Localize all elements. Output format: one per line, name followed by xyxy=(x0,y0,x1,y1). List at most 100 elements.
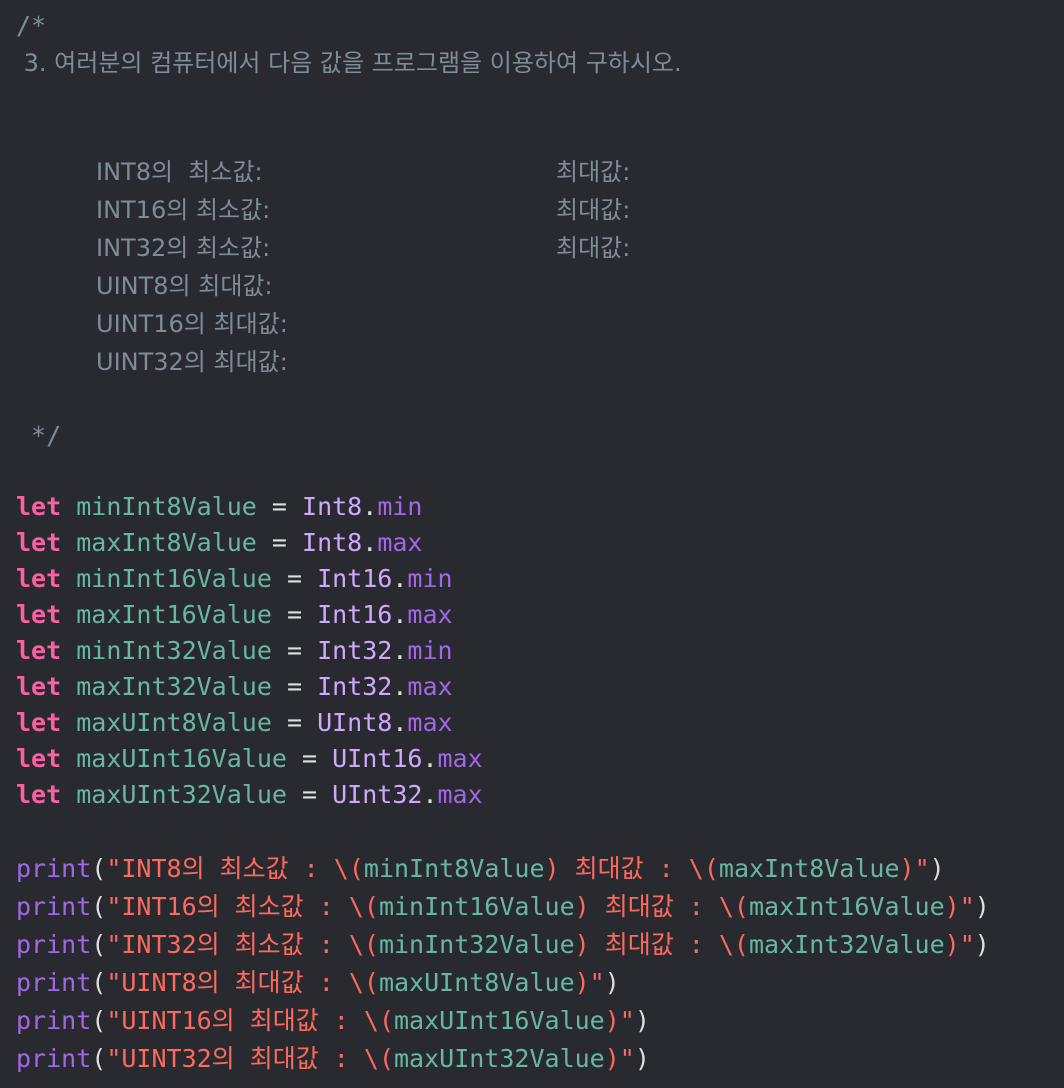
print-function: print xyxy=(16,930,92,959)
comment-row-left: INT8의 최소값: xyxy=(96,158,263,186)
declaration-line: let maxInt8Value = Int8.max xyxy=(16,525,422,561)
close-paren: ) xyxy=(929,854,945,883)
type-name: UInt8 xyxy=(317,708,393,737)
equals-sign: = xyxy=(271,528,287,557)
print-line: print("INT8의 최소값 : \(minInt8Value) 최대값 :… xyxy=(16,851,945,887)
print-line: print("INT16의 최소값 : \(minInt16Value) 최대값… xyxy=(16,889,990,925)
dot: . xyxy=(422,744,438,773)
comment-row-right: 최대값: xyxy=(556,234,631,262)
variable-name: maxUInt8Value xyxy=(76,708,272,737)
property-name: max xyxy=(407,672,453,701)
interpolated-variable: minInt16Value xyxy=(378,892,575,921)
variable-name: maxInt16Value xyxy=(76,600,272,629)
dot: . xyxy=(392,708,408,737)
type-name: Int8 xyxy=(302,492,363,521)
property-name: min xyxy=(407,636,453,665)
string-literal: )" xyxy=(574,968,605,997)
keyword-let: let xyxy=(16,708,62,737)
print-function: print xyxy=(16,968,92,997)
print-function: print xyxy=(16,892,92,921)
equals-sign: = xyxy=(286,600,303,629)
string-literal: )" xyxy=(944,892,975,921)
variable-name: maxUInt32Value xyxy=(76,780,287,809)
dot: . xyxy=(362,528,378,557)
declaration-line: let minInt32Value = Int32.min xyxy=(16,633,453,669)
open-paren: ( xyxy=(91,968,107,997)
string-literal: "INT32의 최소값 : \( xyxy=(106,930,379,959)
string-literal: "UINT16의 최대값 : \( xyxy=(106,1006,394,1035)
string-literal: "INT16의 최소값 : \( xyxy=(106,892,379,921)
print-function: print xyxy=(16,1044,92,1073)
property-name: max xyxy=(437,744,483,773)
property-name: min xyxy=(407,564,453,593)
string-literal: ) 최대값 : \( xyxy=(574,930,749,959)
keyword-let: let xyxy=(16,744,62,773)
declaration-line: let maxUInt16Value = UInt16.max xyxy=(16,741,483,777)
property-name: max xyxy=(407,708,453,737)
print-line: print("UINT32의 최대값 : \(maxUInt32Value)") xyxy=(16,1041,650,1077)
dot: . xyxy=(392,600,408,629)
string-literal: ) 최대값 : \( xyxy=(544,854,719,883)
dot: . xyxy=(362,492,378,521)
type-name: UInt32 xyxy=(332,780,423,809)
interpolated-variable: maxUInt32Value xyxy=(394,1044,605,1073)
variable-name: minInt16Value xyxy=(76,564,272,593)
keyword-let: let xyxy=(16,636,62,665)
declaration-line: let maxInt32Value = Int32.max xyxy=(16,669,453,705)
variable-name: minInt8Value xyxy=(76,492,257,521)
dot: . xyxy=(392,564,408,593)
declaration-line: let maxUInt32Value = UInt32.max xyxy=(16,777,483,813)
declaration-line: let minInt16Value = Int16.min xyxy=(16,561,453,597)
interpolated-variable: maxUInt8Value xyxy=(378,968,575,997)
print-line: print("UINT8의 최대값 : \(maxUInt8Value)") xyxy=(16,965,620,1001)
string-literal: )" xyxy=(899,854,930,883)
dot: . xyxy=(422,780,438,809)
interpolated-variable: maxUInt16Value xyxy=(394,1006,605,1035)
property-name: max xyxy=(407,600,453,629)
comment-row-left: INT16의 최소값: xyxy=(96,196,271,224)
interpolated-variable: minInt8Value xyxy=(363,854,545,883)
open-paren: ( xyxy=(91,892,107,921)
property-name: max xyxy=(377,528,423,557)
comment-open: /* xyxy=(16,11,47,40)
variable-name: minInt32Value xyxy=(76,636,272,665)
equals-sign: = xyxy=(271,492,287,521)
close-paren: ) xyxy=(634,1006,650,1035)
string-literal: "UINT8의 최대값 : \( xyxy=(106,968,379,997)
comment-row-left: UINT32의 최대값: xyxy=(96,348,288,376)
open-paren: ( xyxy=(91,930,107,959)
equals-sign: = xyxy=(302,780,318,809)
close-paren: ) xyxy=(974,930,990,959)
interpolated-variable: maxInt16Value xyxy=(748,892,945,921)
comment-row-right: 최대값: xyxy=(556,158,631,186)
code-editor[interactable]: /* 3. 여러분의 컴퓨터에서 다음 값을 프로그램을 이용하여 구하시오. … xyxy=(0,0,1064,1088)
comment-close: */ xyxy=(16,421,62,450)
comment-row-right: 최대값: xyxy=(556,196,631,224)
equals-sign: = xyxy=(302,744,318,773)
string-literal: )" xyxy=(604,1044,635,1073)
variable-name: maxInt32Value xyxy=(76,672,272,701)
print-function: print xyxy=(16,854,92,883)
comment-row-left: UINT16의 최대값: xyxy=(96,310,288,338)
type-name: Int32 xyxy=(317,672,393,701)
type-name: UInt16 xyxy=(332,744,423,773)
declaration-line: let maxInt16Value = Int16.max xyxy=(16,597,453,633)
declaration-line: let minInt8Value = Int8.min xyxy=(16,489,422,525)
open-paren: ( xyxy=(91,1006,107,1035)
variable-name: maxUInt16Value xyxy=(76,744,287,773)
print-function: print xyxy=(16,1006,92,1035)
keyword-let: let xyxy=(16,492,62,521)
dot: . xyxy=(392,636,408,665)
equals-sign: = xyxy=(286,672,303,701)
keyword-let: let xyxy=(16,780,62,809)
string-literal: )" xyxy=(604,1006,635,1035)
comment-question: 3. 여러분의 컴퓨터에서 다음 값을 프로그램을 이용하여 구하시오. xyxy=(16,49,682,77)
close-paren: ) xyxy=(604,968,620,997)
keyword-let: let xyxy=(16,672,62,701)
string-literal: ) 최대값 : \( xyxy=(574,892,749,921)
type-name: Int8 xyxy=(302,528,363,557)
type-name: Int32 xyxy=(317,636,393,665)
equals-sign: = xyxy=(286,636,303,665)
keyword-let: let xyxy=(16,564,62,593)
string-literal: "UINT32의 최대값 : \( xyxy=(106,1044,394,1073)
